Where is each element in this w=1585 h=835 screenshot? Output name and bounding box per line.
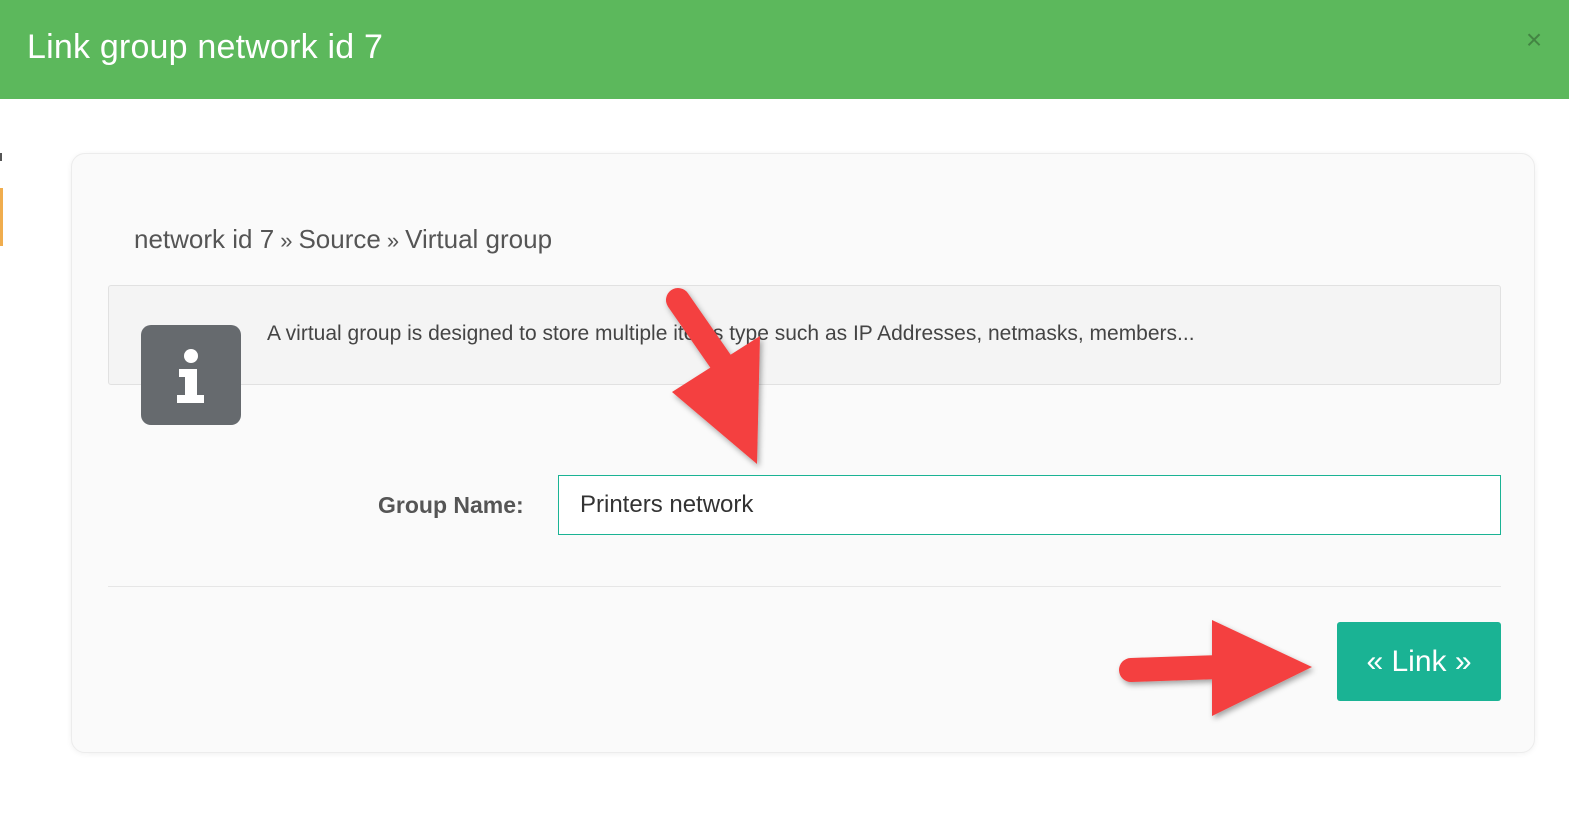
form-divider xyxy=(108,586,1501,587)
breadcrumb-item-source: Source xyxy=(298,224,381,254)
info-alert: A virtual group is designed to store mul… xyxy=(108,285,1501,385)
group-name-input[interactable] xyxy=(558,475,1501,535)
info-text: A virtual group is designed to store mul… xyxy=(267,322,1195,345)
group-name-label: Group Name: xyxy=(378,492,524,518)
edge-mark xyxy=(0,153,2,161)
link-group-modal: Link group network id 7 × network id 7» S… xyxy=(0,0,1585,835)
breadcrumb: network id 7» Source» Virtual group xyxy=(134,224,552,255)
breadcrumb-item-virtual-group: Virtual group xyxy=(405,224,553,254)
breadcrumb-separator: » xyxy=(280,228,293,253)
modal-title: Link group network id 7 xyxy=(27,28,384,66)
breadcrumb-item-network: network id 7 xyxy=(134,224,275,254)
close-icon[interactable]: × xyxy=(1520,26,1548,54)
modal-header: Link group network id 7 × xyxy=(0,0,1569,99)
link-button[interactable]: « Link » xyxy=(1337,622,1501,701)
form-panel: network id 7» Source» Virtual group A virt… xyxy=(71,153,1535,753)
edge-highlight xyxy=(0,188,3,246)
info-icon xyxy=(141,325,241,425)
breadcrumb-separator: » xyxy=(386,228,400,253)
